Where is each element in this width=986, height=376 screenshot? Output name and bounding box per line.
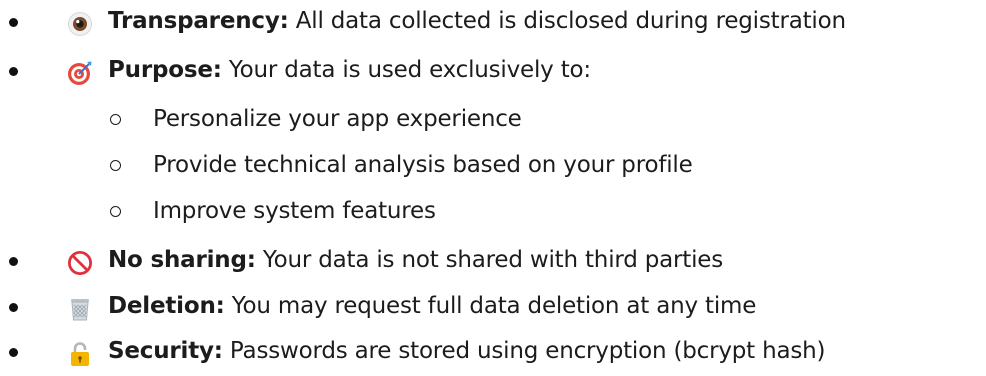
bullet-dot [9, 67, 18, 76]
item-label: No sharing: [108, 247, 256, 273]
item-label: Deletion: [108, 293, 225, 319]
sub-bullet-circle [110, 114, 121, 125]
policy-list: Transparency: All data collected is disc… [0, 0, 986, 376]
sub-item-text: Provide technical analysis based on your… [153, 152, 693, 178]
sub-bullet-circle [110, 206, 121, 217]
item-text: Your data is not shared with third parti… [255, 247, 724, 273]
sub-bullet-circle [110, 160, 121, 171]
item-label: Purpose: [108, 57, 222, 83]
item-text: You may request full data deletion at an… [224, 293, 757, 319]
bullet-dot [9, 257, 18, 266]
item-text: All data collected is disclosed during r… [288, 8, 846, 34]
lock-icon [67, 341, 93, 367]
item-label: Security: [108, 338, 223, 364]
sub-item-text: Personalize your app experience [153, 106, 522, 132]
item-label: Transparency: [108, 8, 289, 34]
eye-icon [67, 11, 93, 37]
bullet-dot [9, 348, 18, 357]
item-text: Passwords are stored using encryption (b… [222, 338, 826, 364]
wastebasket-icon [67, 296, 93, 322]
target-dart-icon [67, 60, 93, 86]
bullet-dot [9, 303, 18, 312]
bullet-dot [9, 18, 18, 27]
sub-item-text: Improve system features [153, 198, 436, 224]
item-text: Your data is used exclusively to: [221, 57, 591, 83]
prohibited-icon [67, 250, 93, 276]
